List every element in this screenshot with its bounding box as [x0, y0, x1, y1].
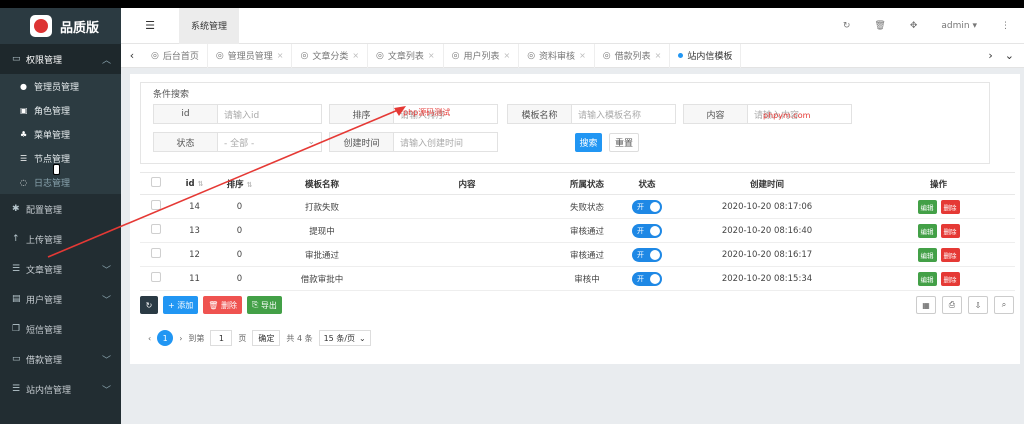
annotation-arrow: [47, 106, 406, 258]
